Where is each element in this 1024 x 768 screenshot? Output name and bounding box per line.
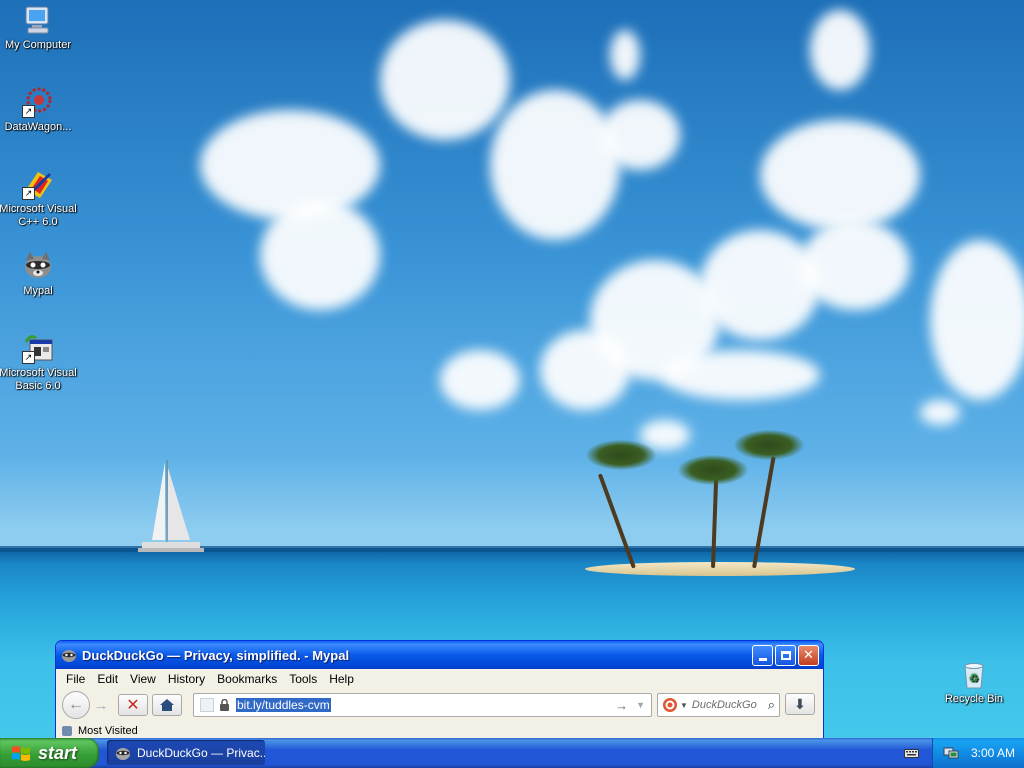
menu-bookmarks[interactable]: Bookmarks [211, 672, 283, 686]
title-bar[interactable]: DuckDuckGo — Privacy, simplified. - Mypa… [56, 641, 823, 669]
palm-tree [586, 440, 656, 470]
desktop-icon-recycle-bin[interactable]: ♻ Recycle Bin [934, 658, 1014, 706]
desktop-icon-my-computer[interactable]: My Computer [0, 4, 78, 52]
menu-help[interactable]: Help [323, 672, 360, 686]
taskbar: start DuckDuckGo — Privac... 3:00 AM [0, 738, 1024, 768]
shortcut-arrow-icon: ↗ [22, 105, 35, 118]
duckduckgo-engine-icon [663, 698, 677, 712]
taskbar-item-label: DuckDuckGo — Privac... [137, 745, 265, 760]
maximize-icon [780, 650, 791, 660]
lock-icon [220, 699, 229, 711]
navigation-toolbar: ← → ✕ bit.ly/tuddles-cvm → ▼ ▼ DuckDuckG… [56, 689, 823, 721]
visual-basic-icon: ↗ [22, 332, 54, 364]
stop-button[interactable]: ✕ [118, 694, 148, 716]
sailboat [138, 460, 204, 552]
cloud [380, 20, 510, 140]
desktop-icon-mypal[interactable]: Mypal [0, 250, 78, 298]
keyboard-icon[interactable] [904, 746, 919, 758]
start-label: start [38, 742, 78, 763]
mypal-icon [61, 647, 77, 663]
search-icon[interactable]: ⌕ [768, 697, 775, 713]
engine-dropdown-icon[interactable]: ▼ [680, 701, 688, 710]
stop-icon: ✕ [126, 697, 140, 714]
desktop-icon-label: My Computer [4, 39, 72, 51]
desktop-icon-label: Recycle Bin [944, 693, 1004, 705]
desktop-icon-datawagon[interactable]: ↗ DataWagon... [0, 86, 78, 134]
cloud [200, 110, 380, 220]
cloud [810, 10, 870, 90]
home-icon [160, 699, 174, 711]
cloud [610, 30, 640, 80]
minimize-button[interactable] [752, 644, 773, 666]
menu-edit[interactable]: Edit [91, 672, 124, 686]
page-icon [200, 698, 214, 712]
close-icon: ✕ [803, 647, 814, 662]
menu-history[interactable]: History [162, 672, 211, 686]
back-button[interactable]: ← [62, 691, 90, 719]
clock[interactable]: 3:00 AM [971, 746, 1015, 760]
island-sand [585, 562, 855, 576]
home-button[interactable] [152, 694, 182, 716]
url-text: bit.ly/tuddles-cvm [236, 698, 331, 712]
datawagon-icon: ↗ [22, 86, 54, 118]
desktop-wallpaper: My Computer ↗ DataWagon... ↗ Microsoft V… [0, 0, 1024, 738]
desktop-icon-label: Microsoft Visual Basic 6.0 [0, 367, 77, 392]
forward-arrow-icon: → [93, 696, 109, 714]
cloud [440, 350, 520, 410]
menu-view[interactable]: View [124, 672, 162, 686]
maximize-button[interactable] [775, 644, 796, 666]
menu-tools[interactable]: Tools [283, 672, 323, 686]
mypal-icon [116, 747, 130, 760]
cloud [600, 100, 680, 170]
windows-logo-icon [12, 746, 30, 761]
back-arrow-icon: ← [68, 696, 84, 713]
search-input[interactable]: DuckDuckGo [692, 699, 768, 711]
desktop-icon-label: Mypal [23, 285, 53, 297]
cloud [760, 120, 920, 230]
desktop-icon-visual-cpp[interactable]: ↗ Microsoft Visual C++ 6.0 [0, 168, 78, 229]
close-button[interactable]: ✕ [798, 644, 819, 666]
taskbar-item-browser[interactable]: DuckDuckGo — Privac... [107, 740, 265, 765]
downloads-button[interactable]: ⬇ [785, 693, 815, 715]
desktop-icon-label: DataWagon... [4, 121, 72, 133]
network-icon[interactable] [943, 745, 959, 761]
desktop-icon-visual-basic[interactable]: ↗ Microsoft Visual Basic 6.0 [0, 332, 78, 393]
shortcut-arrow-icon: ↗ [22, 187, 35, 200]
forward-button[interactable]: → [90, 697, 112, 714]
cloud [700, 230, 820, 340]
cloud [490, 90, 620, 240]
url-dropdown-icon[interactable]: ▼ [636, 700, 645, 710]
cloud [660, 350, 820, 400]
menu-bar: File Edit View History Bookmarks Tools H… [56, 669, 823, 689]
recycle-bin-icon: ♻ [958, 658, 990, 690]
cloud [260, 200, 380, 310]
cloud [920, 400, 960, 425]
palm-tree [734, 430, 804, 460]
desktop-icon-label: Microsoft Visual C++ 6.0 [0, 203, 77, 228]
svg-text:♻: ♻ [969, 673, 979, 685]
visual-cpp-icon: ↗ [22, 168, 54, 200]
bookmark-folder-icon [62, 726, 72, 736]
palm-tree [678, 455, 748, 485]
menu-file[interactable]: File [60, 672, 91, 686]
most-visited-bookmark[interactable]: Most Visited [78, 725, 138, 737]
start-button[interactable]: start [0, 738, 99, 768]
minimize-icon [758, 657, 767, 661]
cloud [540, 330, 630, 410]
url-bar[interactable]: bit.ly/tuddles-cvm → ▼ [193, 693, 652, 717]
my-computer-icon [22, 4, 54, 36]
window-title: DuckDuckGo — Privacy, simplified. - Mypa… [82, 647, 350, 663]
cloud [800, 220, 910, 310]
download-icon: ⬇ [794, 695, 806, 712]
system-tray: 3:00 AM [932, 738, 1024, 768]
go-arrow-icon[interactable]: → [615, 698, 628, 713]
cloud [930, 240, 1024, 400]
shortcut-arrow-icon: ↗ [22, 351, 35, 364]
mypal-icon [22, 250, 54, 282]
search-bar[interactable]: ▼ DuckDuckGo ⌕ [657, 693, 780, 717]
browser-window: DuckDuckGo — Privacy, simplified. - Mypa… [55, 640, 824, 741]
